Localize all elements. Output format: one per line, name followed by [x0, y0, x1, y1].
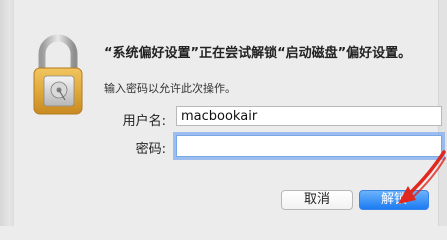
red-arrow-icon [398, 150, 446, 204]
password-label: 密码: [135, 142, 166, 157]
dialog-subtitle: 输入密码以允许此次操作。 [104, 82, 236, 95]
username-label: 用户名: [122, 114, 166, 129]
background-window-edge-left [0, 0, 15, 226]
authentication-dialog: “系统偏好设置”正在尝试解锁“启动磁盘”偏好设置。 输入密码以允许此次操作。 用… [14, 0, 442, 226]
dialog-title: “系统偏好设置”正在尝试解锁“启动磁盘”偏好设置。 [104, 46, 412, 61]
cancel-button[interactable]: 取消 [281, 190, 353, 210]
username-field[interactable] [176, 106, 442, 126]
lock-icon [33, 34, 83, 115]
